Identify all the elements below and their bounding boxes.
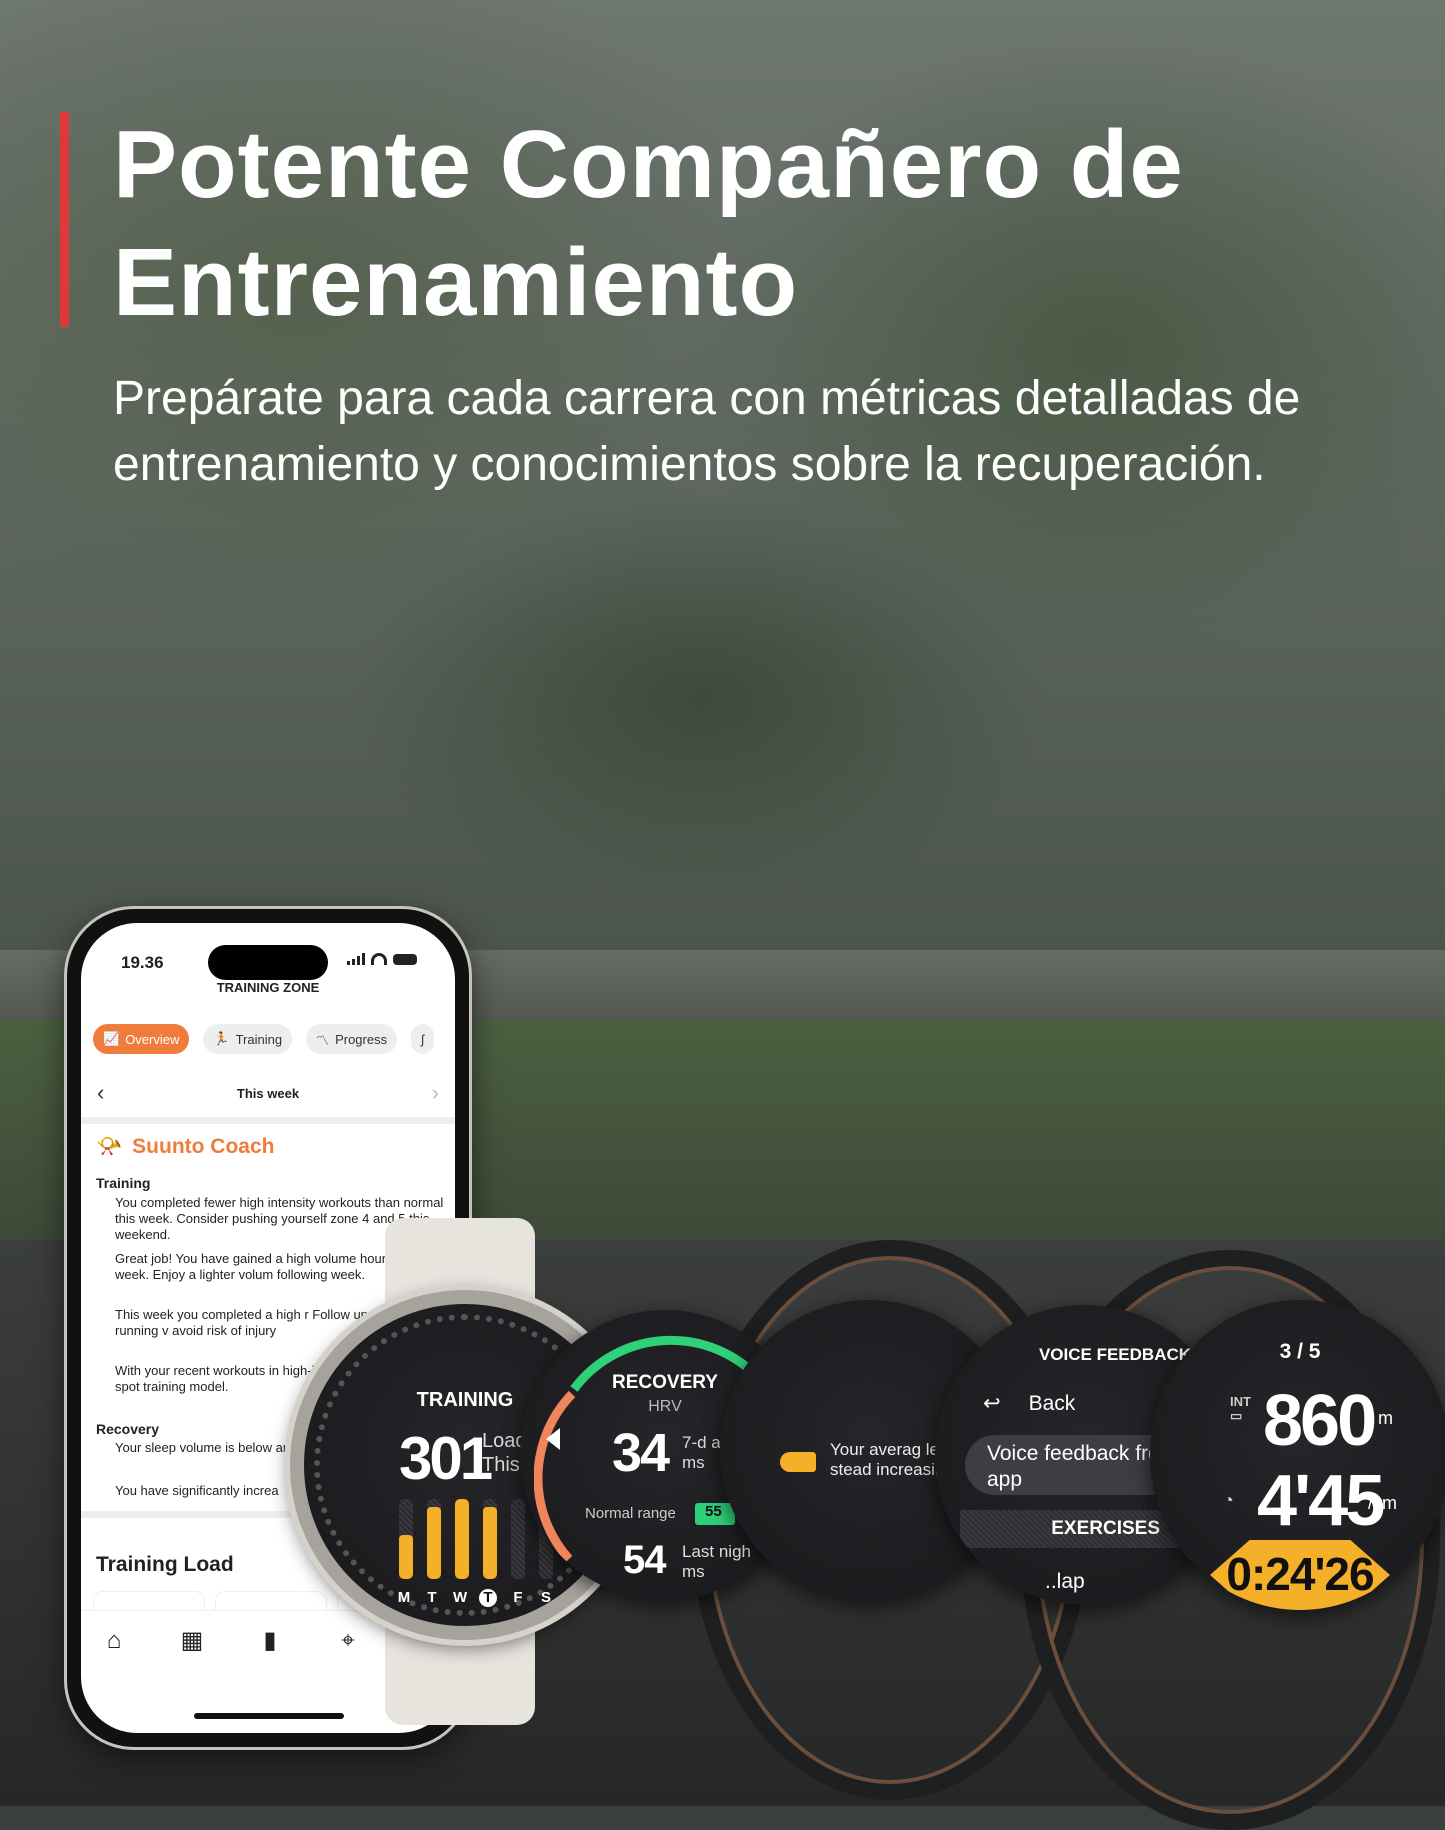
chart-icon: 📈: [103, 1031, 120, 1046]
day-bar-fill: [455, 1499, 469, 1579]
headline-title: Potente Compañero de Entrenamiento: [113, 106, 1184, 342]
title-line-2: Entrenamiento: [113, 229, 799, 336]
day-bar: [427, 1499, 441, 1579]
title-line-1: Potente Compañero de: [113, 111, 1184, 218]
day-bar-fill: [427, 1507, 441, 1579]
training-load-title: Training Load: [96, 1553, 234, 1576]
day-label: T: [479, 1589, 497, 1607]
whistle-icon: [780, 1452, 816, 1472]
training-heading: Training: [96, 1175, 151, 1191]
headline-subtitle: Prepárate para cada carrera con métricas…: [113, 372, 1301, 491]
recovery-heading: Recovery: [96, 1421, 160, 1437]
screen-title: TRAINING ZONE: [216, 980, 320, 995]
interval-pace: 4'45: [1257, 1461, 1385, 1541]
runner-icon: 🏃: [213, 1031, 230, 1046]
interval-step: 3 / 5: [1279, 1340, 1321, 1363]
normal-range-badge: 55: [695, 1503, 735, 1525]
dynamic-island: [208, 945, 328, 980]
hrv-avg-value: 34: [612, 1423, 670, 1483]
day-bar-fill: [483, 1507, 497, 1579]
distance-unit: m: [1378, 1408, 1393, 1428]
int-text: INT: [1230, 1394, 1251, 1409]
training-load-value: 301: [399, 1425, 493, 1492]
period-label: This week: [236, 1085, 300, 1101]
home-icon[interactable]: ⌂: [99, 1627, 129, 1655]
tab-training[interactable]: 🏃 Training: [203, 1024, 293, 1054]
home-indicator: [194, 1713, 344, 1719]
weekly-load-bars: [399, 1499, 553, 1579]
tab-progress[interactable]: 〽 Progress: [306, 1024, 398, 1054]
watch-interval: 3 / 5 INT ▭ 860 m ◔ 4'45 /km 0:24'26: [1150, 1300, 1445, 1610]
day-label: F: [513, 1589, 523, 1606]
tab-overview[interactable]: 📈 Overview: [93, 1024, 190, 1054]
gauge-low-arc: [534, 1390, 576, 1563]
interval-distance: 860: [1263, 1381, 1377, 1461]
day-label: W: [453, 1589, 468, 1606]
tab-bar: 📈 Overview 🏃 Training 〽 Progress ʃ: [93, 1024, 434, 1054]
trend-icon: 〽: [316, 1032, 330, 1048]
day-label: M: [397, 1589, 411, 1606]
footprints-icon: ʃ: [421, 1031, 424, 1047]
day-bar-fill: [399, 1535, 413, 1579]
whistle-icon: 📯: [96, 1135, 123, 1158]
status-time: 19.36: [121, 953, 164, 972]
label-line: ms: [682, 1562, 705, 1581]
signal-icon: [347, 953, 365, 965]
hrv-night-value: 54: [623, 1538, 666, 1582]
status-icons: [347, 953, 417, 965]
next-week-button[interactable]: ›: [432, 1080, 439, 1106]
tab-more[interactable]: ʃ: [411, 1024, 434, 1054]
day-label: T: [427, 1589, 437, 1606]
pace-gauge-icon: ◔: [1223, 1490, 1234, 1510]
calendar-icon[interactable]: ▦: [177, 1626, 207, 1655]
day-bar: [483, 1499, 497, 1579]
day-bar: [511, 1499, 525, 1579]
coach-header: 📯 Suunto Coach: [96, 1135, 275, 1158]
battery-icon: [393, 953, 417, 965]
prev-week-button[interactable]: ‹: [97, 1080, 104, 1106]
day-bar: [399, 1499, 413, 1579]
pace-unit: /km: [1368, 1493, 1397, 1513]
hrv-night-label: Last nigh ms: [682, 1542, 751, 1582]
stats-icon[interactable]: ▮: [255, 1626, 285, 1655]
day-label: S: [540, 1589, 551, 1606]
accent-bar: [60, 112, 69, 327]
normal-range-label: Normal range: [585, 1505, 676, 1522]
back-menu-item[interactable]: ↩ Back: [983, 1391, 1075, 1416]
day-bar: [455, 1499, 469, 1579]
label-line: Last nigh: [682, 1542, 751, 1561]
ruler-icon: ▭: [1230, 1408, 1243, 1423]
weekday-labels: MTWTFS: [397, 1589, 553, 1607]
period-selector: ‹ This week ›: [81, 1078, 455, 1108]
lap-menu-item[interactable]: ..lap: [1045, 1570, 1085, 1594]
back-arrow-icon: ↩: [983, 1392, 1001, 1415]
wifi-icon: [371, 953, 387, 965]
divider: [81, 1117, 455, 1124]
interval-label: INT ▭: [1230, 1395, 1251, 1423]
map-pin-icon[interactable]: ⌖: [333, 1627, 363, 1655]
